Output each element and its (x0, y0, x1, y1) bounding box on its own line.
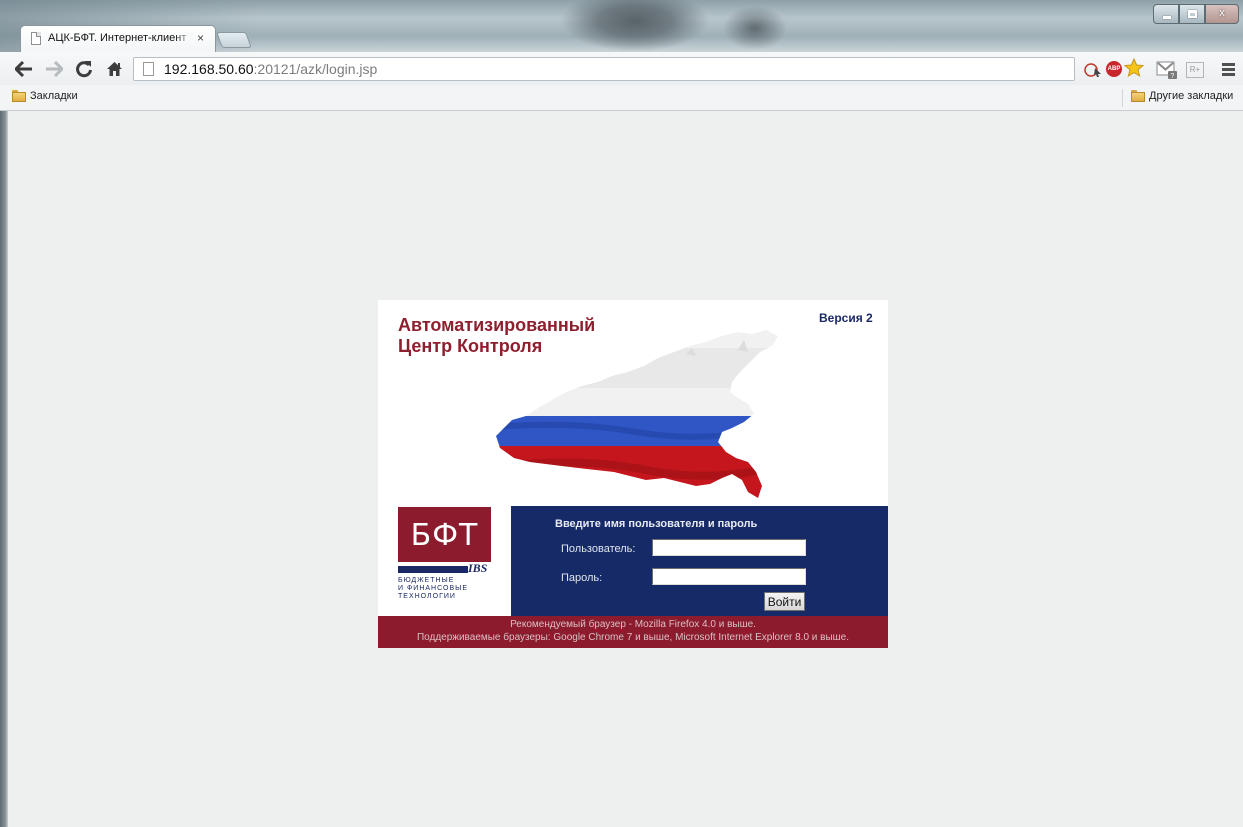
recommended-browser-text: Рекомендуемый браузер - Mozilla Firefox … (510, 619, 756, 630)
page-content: Автоматизированный Центр Контроля Версия… (0, 111, 1243, 827)
bookmarks-separator (1122, 89, 1123, 107)
bookmarks-folder-label: Закладки (30, 90, 78, 102)
back-arrow-icon (13, 60, 32, 78)
menu-bar (1222, 68, 1235, 71)
maximize-button[interactable] (1179, 4, 1205, 24)
page-icon (143, 62, 154, 76)
bookmarks-folder[interactable]: Закладки (12, 90, 78, 102)
logo-caption-line: ТЕХНОЛОГИИ (398, 593, 456, 600)
tab-close-icon[interactable]: × (197, 31, 204, 45)
logo-caption-line: БЮДЖЕТНЫЕ (398, 577, 455, 584)
login-form: Введите имя пользователя и пароль Пользо… (511, 506, 888, 616)
url-path: :20121/azk/login.jsp (253, 61, 378, 77)
forward-button[interactable] (44, 58, 65, 80)
address-bar[interactable]: 192.168.50.60:20121/azk/login.jsp (133, 57, 1075, 81)
home-button[interactable] (104, 58, 124, 80)
url-host: 192.168.50.60 (164, 61, 254, 77)
browser-toolbar: 192.168.50.60:20121/azk/login.jsp ABP ? … (0, 52, 1243, 85)
page-icon (31, 32, 41, 45)
maximize-icon (1188, 10, 1197, 18)
menu-bar (1222, 63, 1235, 66)
reload-button[interactable] (74, 58, 94, 80)
tab-title: АЦК-БФТ. Интернет-клиент (48, 32, 193, 44)
back-button[interactable] (13, 58, 34, 80)
url-text[interactable]: 192.168.50.60:20121/azk/login.jsp (164, 61, 377, 77)
logo-caption-line: И ФИНАНСОВЫЕ (398, 585, 468, 592)
logo-mark: БФТ (410, 518, 479, 553)
menu-bar (1222, 73, 1235, 76)
theme-decoration (560, 0, 710, 52)
window-controls: x (1153, 4, 1239, 24)
window-titlebar: АЦК-БФТ. Интернет-клиент × x (0, 0, 1243, 52)
login-card: Автоматизированный Центр Контроля Версия… (378, 300, 888, 648)
star-icon[interactable] (1123, 57, 1145, 78)
password-label: Пароль: (561, 572, 603, 584)
version-label: Версия 2 (819, 311, 873, 325)
folder-icon (1131, 90, 1145, 102)
form-heading: Введите имя пользователя и пароль (555, 518, 758, 530)
supported-browsers-text: Поддерживаемые браузеры: Google Chrome 7… (416, 632, 850, 643)
theme-decoration (720, 4, 790, 52)
forward-arrow-icon (46, 60, 65, 78)
browser-tab[interactable]: АЦК-БФТ. Интернет-клиент × (20, 25, 216, 52)
menu-icon[interactable] (1222, 63, 1235, 78)
bookmarks-bar: Закладки Другие закладки (0, 85, 1243, 111)
home-icon (106, 62, 122, 76)
minimize-icon (1163, 16, 1171, 19)
username-label: Пользователь: (561, 543, 636, 555)
other-bookmarks-label: Другие закладки (1149, 90, 1234, 102)
window-edge (0, 111, 8, 827)
logo-ibs: IBS (468, 561, 488, 575)
browser-requirements-footer: Рекомендуемый браузер - Mozilla Firefox … (378, 616, 888, 648)
russia-flag-map-image (496, 330, 778, 498)
login-button[interactable]: Войти (764, 592, 805, 611)
adblock-icon[interactable]: ABP (1106, 61, 1122, 77)
cast-icon[interactable] (1083, 60, 1103, 78)
username-input[interactable] (652, 539, 806, 556)
other-bookmarks-folder[interactable]: Другие закладки (1131, 90, 1233, 102)
minimize-button[interactable] (1153, 4, 1179, 24)
extension-icon[interactable]: R+ (1186, 62, 1204, 78)
svg-text:?: ? (1171, 73, 1175, 80)
logo-caption: БЮДЖЕТНЫЕ И ФИНАНСОВЫЕ ТЕХНОЛОГИИ (398, 577, 468, 601)
close-icon: x (1219, 7, 1225, 19)
new-tab-button[interactable] (216, 32, 252, 48)
bft-logo: БФТ IBS БЮДЖЕТНЫЕ И ФИНАНСОВЫЕ ТЕХНОЛОГИ… (398, 507, 491, 605)
folder-icon (12, 90, 26, 102)
close-window-button[interactable]: x (1205, 4, 1239, 24)
password-input[interactable] (652, 568, 806, 585)
logo-bar (398, 566, 468, 573)
reload-icon (76, 61, 92, 78)
gmail-checker-icon[interactable]: ? (1156, 60, 1178, 80)
